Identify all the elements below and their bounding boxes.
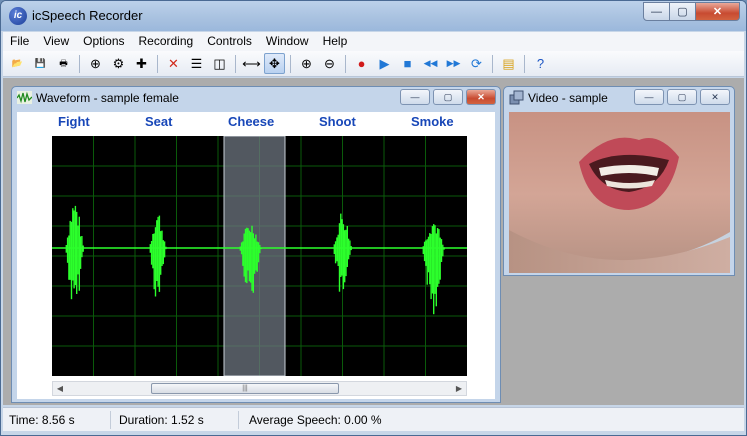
video-close-button[interactable]: ✕: [700, 89, 730, 105]
waveform-plot[interactable]: [52, 135, 467, 377]
scroll-right-icon[interactable]: ▶: [452, 382, 466, 395]
record-icon[interactable]: ●: [351, 53, 372, 74]
video-window-controls: — ▢ ✕: [634, 89, 730, 105]
toolbar-separator: [492, 54, 493, 73]
word-labels: Fight Seat Cheese Shoot Smoke: [17, 112, 495, 130]
print-icon[interactable]: 🖶: [53, 53, 74, 74]
video-restore-button[interactable]: ▢: [667, 89, 697, 105]
video-title: Video - sample: [528, 91, 608, 105]
restore-icon: ▢: [443, 91, 453, 102]
toolbar: 📂 💾 🖶 ⊕ ⚙ ✚ ✕ ☰ ◫ ⟷ ✥ ⊕ ⊖ ● ▶ ■ ◀◀ ▶▶ ⟳ ▤?: [3, 51, 744, 77]
horizontal-scrollbar[interactable]: ◀ ||| ▶: [52, 381, 467, 396]
app-title: icSpeech Recorder: [32, 8, 143, 23]
menu-file[interactable]: File: [3, 32, 36, 51]
minimize-button[interactable]: —: [643, 2, 670, 21]
toolbar-separator: [157, 54, 158, 73]
toolbar-separator: [524, 54, 525, 73]
app-window: ic icSpeech Recorder — ▢ ✕ File View Opt…: [0, 0, 747, 436]
word-label-shoot[interactable]: Shoot: [319, 114, 356, 129]
window-controls: — ▢ ✕: [643, 2, 740, 21]
toolbar-separator: [79, 54, 80, 73]
waveform-minimize-button[interactable]: —: [400, 89, 430, 105]
mouth-video-image: [509, 112, 730, 273]
menu-view[interactable]: View: [36, 32, 76, 51]
word-settings-icon[interactable]: ⚙: [108, 53, 129, 74]
waveform-title: Waveform - sample female: [36, 91, 179, 105]
loop-icon[interactable]: ⟳: [466, 53, 487, 74]
waveform-restore-button[interactable]: ▢: [433, 89, 463, 105]
title-bar[interactable]: ic icSpeech Recorder — ▢ ✕: [1, 1, 746, 31]
minimize-icon: —: [651, 5, 662, 18]
pan-icon[interactable]: ✥: [264, 53, 285, 74]
waveform-panel: Fight Seat Cheese Shoot Smoke ◀ ||| ▶: [17, 112, 495, 399]
save-icon[interactable]: 💾: [30, 53, 51, 74]
video-window: Video - sample — ▢ ✕: [503, 86, 735, 276]
notes-icon[interactable]: ▤: [498, 53, 519, 74]
delete-icon[interactable]: ✕: [163, 53, 184, 74]
menu-recording[interactable]: Recording: [132, 32, 201, 51]
menu-window[interactable]: Window: [259, 32, 316, 51]
word-label-fight[interactable]: Fight: [58, 114, 90, 129]
waveform-close-button[interactable]: ✕: [466, 89, 496, 105]
app-icon: ic: [9, 7, 27, 25]
maximize-icon: ▢: [677, 6, 688, 18]
close-icon: ✕: [477, 91, 485, 102]
waveform-window: Waveform - sample female — ▢ ✕ Fight Sea…: [11, 86, 501, 403]
mdi-workspace: Waveform - sample female — ▢ ✕ Fight Sea…: [3, 78, 744, 405]
play-icon[interactable]: ▶: [374, 53, 395, 74]
toolbar-separator: [290, 54, 291, 73]
video-frame: [509, 112, 730, 273]
toolbar-separator: [235, 54, 236, 73]
maximize-button[interactable]: ▢: [670, 2, 696, 21]
close-icon: ✕: [712, 6, 723, 18]
menu-controls[interactable]: Controls: [200, 32, 259, 51]
video-title-bar[interactable]: Video - sample — ▢ ✕: [504, 87, 734, 109]
waveform-window-controls: — ▢ ✕: [400, 89, 496, 105]
help-icon[interactable]: ?: [530, 53, 551, 74]
open-icon[interactable]: 📂: [7, 53, 28, 74]
scrollbar-thumb[interactable]: |||: [151, 383, 339, 394]
add-word-icon[interactable]: ⊕: [85, 53, 106, 74]
status-bar: Time: 8.56 s Duration: 1.52 s Average Sp…: [3, 407, 744, 431]
word-label-seat[interactable]: Seat: [145, 114, 172, 129]
word-label-smoke[interactable]: Smoke: [411, 114, 454, 129]
split-horizontal-icon[interactable]: ☰: [186, 53, 207, 74]
close-icon: ✕: [711, 91, 719, 102]
waveform-canvas[interactable]: [52, 135, 467, 377]
menu-help[interactable]: Help: [316, 32, 355, 51]
minimize-icon: —: [410, 92, 420, 102]
add-item-icon[interactable]: ✚: [131, 53, 152, 74]
video-window-icon: [509, 90, 524, 105]
status-time: Time: 8.56 s: [3, 410, 111, 429]
scroll-left-icon[interactable]: ◀: [53, 382, 67, 395]
zoom-out-icon[interactable]: ⊖: [319, 53, 340, 74]
waveform-title-bar[interactable]: Waveform - sample female — ▢ ✕: [12, 87, 500, 109]
word-label-cheese[interactable]: Cheese: [228, 114, 274, 129]
menu-options[interactable]: Options: [76, 32, 131, 51]
zoom-in-icon[interactable]: ⊕: [296, 53, 317, 74]
status-duration: Duration: 1.52 s: [111, 410, 239, 429]
split-vertical-icon[interactable]: ◫: [209, 53, 230, 74]
close-button[interactable]: ✕: [696, 2, 740, 21]
menu-bar: File View Options Recording Controls Win…: [3, 32, 744, 51]
status-average-speech: Average Speech: 0.00 %: [249, 412, 382, 427]
restore-icon: ▢: [677, 91, 687, 102]
fit-width-icon[interactable]: ⟷: [241, 53, 262, 74]
rewind-icon[interactable]: ◀◀: [420, 53, 441, 74]
video-minimize-button[interactable]: —: [634, 89, 664, 105]
toolbar-separator: [345, 54, 346, 73]
minimize-icon: —: [644, 92, 654, 102]
fast-forward-icon[interactable]: ▶▶: [443, 53, 464, 74]
waveform-window-icon: [17, 91, 32, 104]
stop-icon[interactable]: ■: [397, 53, 418, 74]
